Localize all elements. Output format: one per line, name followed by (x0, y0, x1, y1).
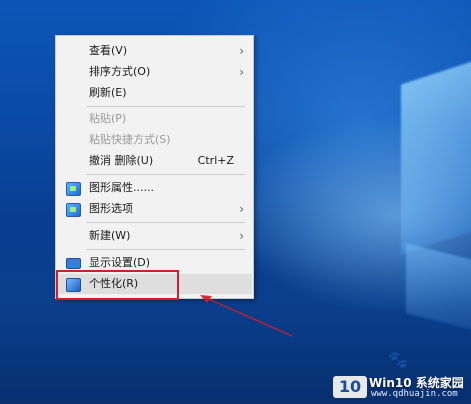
watermark-logo: 10 (333, 376, 367, 398)
watermark-url: www.qdhuajin.com (371, 389, 458, 399)
site-watermark: 10 Win10 系统家园 www.qdhuajin.com (333, 374, 465, 400)
annotation-arrow (200, 295, 293, 337)
paw-watermark-icon: 🐾 (388, 350, 408, 369)
